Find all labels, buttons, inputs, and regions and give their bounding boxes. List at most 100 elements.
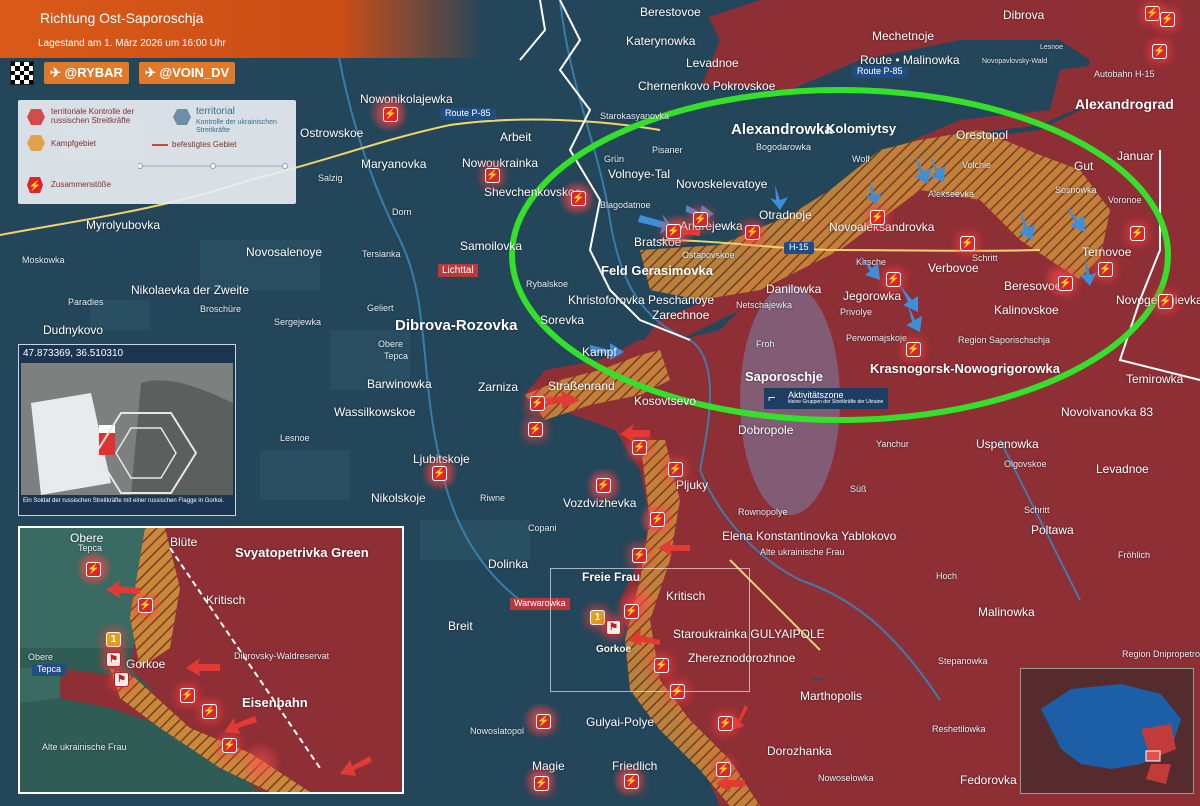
clash-icon: ⚡ <box>571 191 586 206</box>
label-tepca-north: Tepca <box>384 351 409 361</box>
label-nowoselowka: Nowoslatopol <box>470 726 525 736</box>
label-berestovoe: Berestovoe <box>640 5 701 19</box>
label-reshetilowka: Nowoselowka <box>818 773 874 783</box>
label-gruen: Grün <box>604 154 625 164</box>
route-p85-south <box>812 678 822 680</box>
label-froh: Froh <box>756 339 775 349</box>
clash-icon: ⚡ <box>906 342 921 357</box>
ukraine-overview <box>1041 684 1181 784</box>
label-region-saporischschja: Alte ukrainische Frau <box>760 547 845 557</box>
label-perwomajskoje: Perwomajskoje <box>846 333 908 343</box>
telegram-icon: ✈ <box>50 65 65 80</box>
label-levadnoe: Levadnoe <box>1096 462 1149 476</box>
clash-icon: ⚡ <box>632 548 647 563</box>
label-dudnykovo: Dudnykovo <box>43 323 104 337</box>
legend-ukraine-control-2: Kontrolle der ukrainischen Streitkräfte <box>196 119 277 134</box>
route-h15-west: Route P-85 <box>440 108 496 120</box>
overview-minimap[interactable] <box>1020 668 1194 794</box>
clash-icon: ⚡ <box>668 462 683 477</box>
label-paradies: Paradies <box>68 297 104 307</box>
zoom-source-box <box>550 568 750 692</box>
clash-icon: ⚡ <box>1160 12 1175 27</box>
label-temirowka: Temirowka <box>1126 372 1184 386</box>
photo-inset[interactable]: 47.873369, 36.510310 Ein Soldat der russ… <box>18 344 236 516</box>
rybar-handle[interactable]: ✈ @RYBAR <box>44 62 129 84</box>
telegram-icon: ✈ <box>144 65 160 80</box>
label-volnoye-tal: Volnoye-Tal <box>608 167 671 181</box>
label-shevchenkovskoe: Shevchenkovskoe <box>484 185 582 199</box>
label-pisaner: Pisaner <box>652 145 683 155</box>
label-levadnoe-north: Levadnoe <box>686 56 739 70</box>
legend-combat-zone: Kampfgebiet <box>51 139 96 148</box>
label-elena: Elena Konstantinovka Yablokovo <box>722 529 897 543</box>
clash-icon: ⚡ <box>1152 44 1167 59</box>
label-ljubitskoje: Ljubitskoje <box>413 452 470 466</box>
label-riwne: Copani <box>528 523 557 533</box>
label-vozdvizhevka: Vozdvizhevka <box>563 496 637 510</box>
zoom-label-gorkoe: Gorkoe <box>126 657 166 671</box>
legend-ukraine-control-1: territorial <box>196 106 235 117</box>
clash-icon: ⚡ <box>138 598 153 613</box>
russian-control-icon <box>27 109 45 125</box>
label-obere-main: Obere <box>378 339 404 349</box>
label-pljuky: Pljuky <box>676 478 709 492</box>
clash-icon: ⚡ <box>596 478 611 493</box>
clash-icon: ⚡ <box>485 168 500 183</box>
clash-icon: ⚡ <box>222 738 237 753</box>
label-breit: Breit <box>448 619 473 633</box>
label-malinowka: Malinowka <box>978 605 1035 619</box>
label-marthopolis: Marthopolis <box>800 689 863 703</box>
label-nowoukrainka: Nowoukrainka <box>462 156 539 170</box>
label-geliert: Geliert <box>367 303 394 313</box>
label-gulyai-polye: Gulyai-Polye <box>586 715 655 729</box>
label-route-malinowka: Route • Malinowka <box>860 53 960 67</box>
clash-icon: ⚡ <box>27 177 43 193</box>
legend-timeline <box>138 163 288 169</box>
label-olgovskoe: Schritt <box>1024 505 1050 515</box>
label-dibrova: Dibrova <box>1003 8 1045 22</box>
photo-coordinates: 47.873369, 36.510310 <box>23 348 124 359</box>
clash-icon: ⚡ <box>693 212 708 227</box>
legend-fortified: befestigtes Gebiet <box>172 140 237 149</box>
label-stepanowka: Reshetilowka <box>932 724 986 734</box>
zoom-label-kritisch: Kritisch <box>206 593 246 607</box>
label-strassenrand: Straßenrand <box>548 379 615 393</box>
clash-icon: ⚡ <box>528 422 543 437</box>
zoom-inset[interactable]: Obere Tepca Blüte Svyatopetrivka Green K… <box>18 526 404 794</box>
clash-icon: ⚡ <box>432 466 447 481</box>
label-nowonikolajewka: Nowonikolajewka <box>360 92 453 106</box>
zoom-label-bluete: Blüte <box>170 535 198 549</box>
zoom-label-alte-frau: Dibrovsky-Waldreservat <box>234 651 330 661</box>
clash-icon: ⚡ <box>86 562 101 577</box>
label-novopavlovsky: Lesnoe <box>1040 44 1063 51</box>
label-suess: Yanchur <box>876 439 909 449</box>
label-friedlich: Friedlich <box>612 759 658 773</box>
label-kampf: Kampf <box>582 345 617 359</box>
label-krasnogorsk: Krasnogorsk-Nowogrigorowka <box>870 361 1060 376</box>
label-sergejewka: Sergejewka <box>274 317 322 327</box>
combat-zone-icon <box>27 135 45 151</box>
label-otradnoje: Otradnoje <box>759 208 812 222</box>
voin-handle[interactable]: ✈ @VOIN_DV <box>138 62 236 84</box>
ukrainian-control-icon <box>173 109 191 125</box>
label-khristoforovka: Khristoforovka Peschanoye <box>568 293 715 307</box>
clash-icon: ⚑ <box>114 672 129 687</box>
label-gut: Gut <box>1074 159 1094 173</box>
label-arbeit: Arbeit <box>500 130 532 144</box>
label-danilowka: Danilowka <box>766 282 822 296</box>
map-title: Richtung Ost-Saporoschja <box>40 10 204 26</box>
clash-icon: ⚡ <box>666 224 681 239</box>
label-schritt-north: Schritt <box>972 253 998 263</box>
label-freie-frau: Lesnoe <box>280 433 310 443</box>
label-beresovoe: Beresovoe <box>1004 279 1062 293</box>
label-privolye: Privolye <box>840 307 873 317</box>
zoom-label-tepca2: Tepca <box>32 664 67 676</box>
label-rybalskoe: Rybalskoe <box>526 279 569 289</box>
label-hoch: Stepanowka <box>938 656 988 666</box>
label-lesnoe-north: Autobahn H-15 <box>1094 69 1155 79</box>
label-moskowka: Moskowka <box>22 255 65 265</box>
photo-content <box>21 363 233 495</box>
label-alexandrograd: Alexandrograd <box>1075 96 1174 112</box>
label-bogodarowka: Bogodarowka <box>756 142 812 152</box>
label-dibrova-rozovka: Dibrova-Rozovka <box>395 317 518 334</box>
